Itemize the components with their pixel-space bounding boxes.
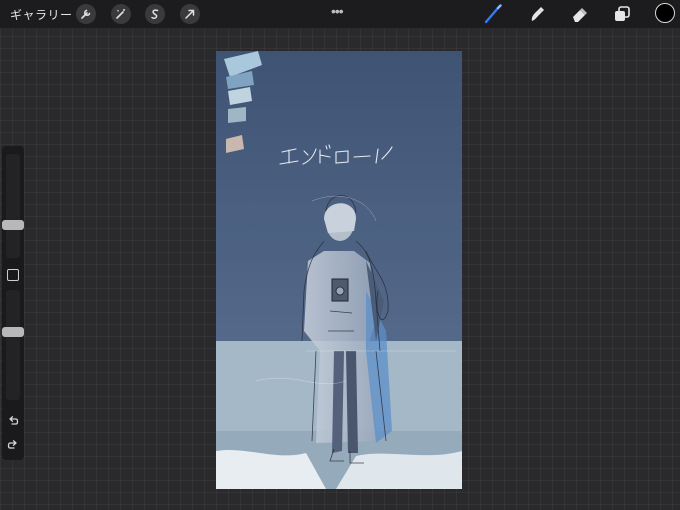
selection-s-icon [151,9,159,20]
brush-size-slider[interactable] [2,154,24,258]
layers-icon [615,6,630,21]
redo-button[interactable] [5,438,21,452]
gallery-button[interactable]: ギャラリー [10,6,73,23]
modify-button[interactable] [7,269,19,281]
opacity-slider[interactable] [2,290,24,400]
layers-button[interactable] [611,4,633,24]
drawing-canvas[interactable] [216,51,462,489]
smudge-icon [531,7,544,21]
magic-wand-icon [116,9,125,19]
redo-icon [7,440,17,449]
color-picker-button[interactable] [655,3,675,23]
eraser-tool-button[interactable] [568,4,590,24]
artwork [216,51,462,489]
selection-button[interactable] [145,4,165,24]
left-sidebar [2,146,24,460]
brush-tool-button[interactable] [482,4,504,24]
top-toolbar: ギャラリー ••• [0,0,680,28]
opacity-thumb[interactable] [2,327,24,337]
undo-button[interactable] [5,414,21,428]
brush-icon [484,4,502,24]
smudge-tool-button[interactable] [526,4,548,24]
more-options-button[interactable]: ••• [331,3,344,19]
adjustments-button[interactable] [111,4,131,24]
wrench-icon [81,9,91,19]
eraser-icon [573,8,587,22]
undo-icon [9,416,19,425]
actions-button[interactable] [76,4,96,24]
brush-size-thumb[interactable] [2,219,24,230]
transform-button[interactable] [180,4,200,24]
transform-arrow-icon [185,9,195,19]
